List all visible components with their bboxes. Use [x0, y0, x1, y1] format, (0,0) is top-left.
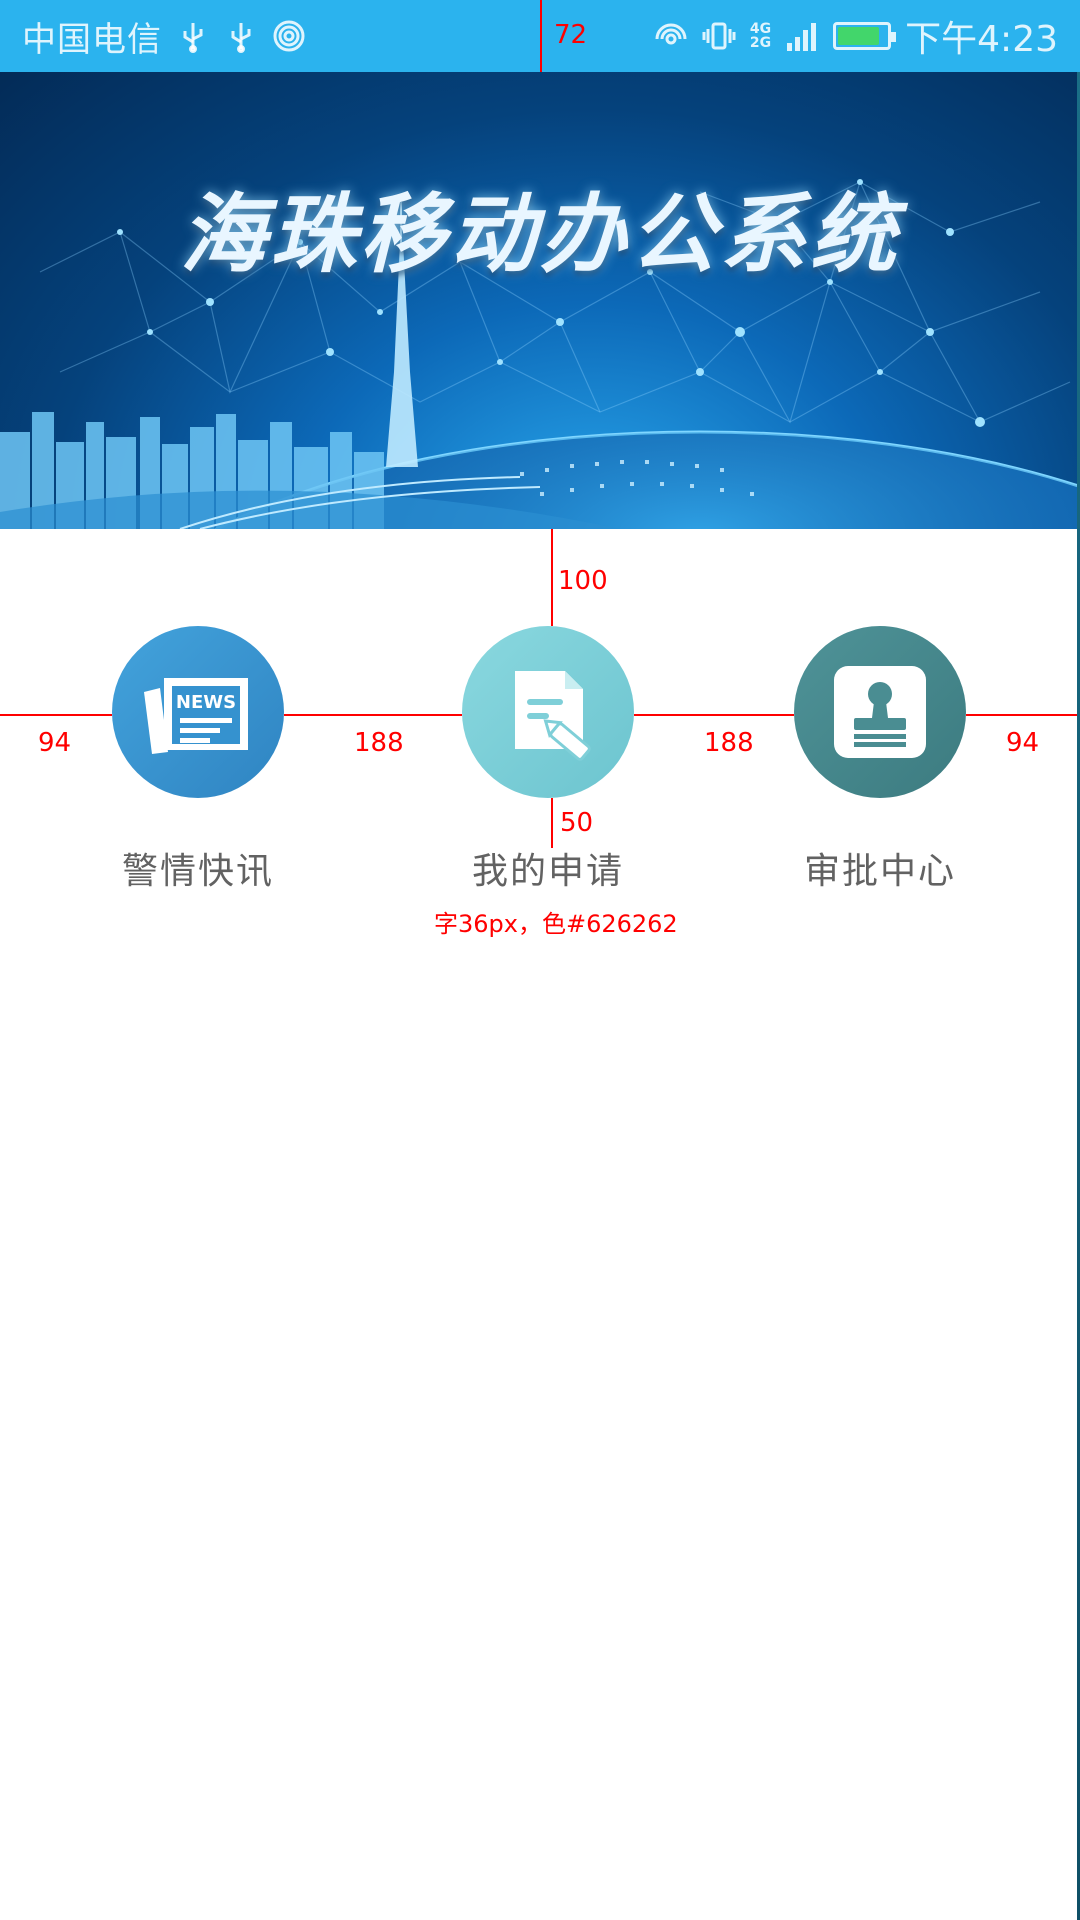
signal-icon: [785, 19, 819, 53]
menu-label-my-application: 我的申请: [471, 851, 624, 892]
annotation-gap-1: 188: [354, 728, 404, 758]
annotation-line: [540, 0, 542, 72]
carrier-name: 中国电信: [22, 19, 162, 60]
network-type: 4G 2G: [749, 21, 772, 51]
annotation-line: [634, 714, 794, 716]
clock: 下午4:23: [905, 19, 1058, 60]
stamp-icon: [794, 626, 966, 798]
news-badge-text: NEWS: [176, 692, 236, 713]
menu-label-approval-center: 审批中心: [803, 851, 956, 892]
status-bar-left: 中国电信: [22, 12, 306, 61]
annotation-line: [284, 714, 462, 716]
header-banner: 海珠移动办公系统: [0, 72, 1080, 529]
news-icon: NEWS: [112, 626, 284, 798]
annotation-text-spec: 字36px，色#626262: [434, 910, 678, 938]
hotspot-icon: [654, 19, 688, 53]
banner-illustration: [0, 179, 1080, 529]
menu-label-police-news: 警情快讯: [121, 851, 274, 892]
annotation-gap-2: 188: [704, 728, 754, 758]
banner-title: 海珠移动办公系统: [180, 185, 900, 285]
usb-icon: [224, 19, 258, 53]
annotation-left-margin: 94: [38, 728, 72, 758]
annotation-line: [551, 798, 553, 848]
hotspot-icon: [272, 19, 306, 53]
document-pen-icon: [462, 626, 634, 798]
annotation-top-gap: 100: [558, 566, 608, 596]
annotation-line: [551, 529, 553, 626]
annotation-right-margin: 94: [1006, 728, 1040, 758]
usb-icon: [176, 19, 210, 53]
vibrate-icon: [702, 19, 736, 53]
status-bar-right: 4G 2G 下午4:23: [654, 10, 1058, 62]
annotation-line: [966, 714, 1080, 716]
annotation-line: [0, 714, 112, 716]
battery-icon: [833, 22, 897, 50]
annotation-label-gap: 50: [560, 808, 594, 838]
menu-item-police-news[interactable]: NEWS 警情快讯: [112, 626, 284, 892]
battery-level: [838, 27, 879, 45]
menu-item-approval-center[interactable]: 审批中心: [794, 626, 966, 892]
menu-item-my-application[interactable]: 我的申请: [462, 626, 634, 892]
annotation-status-height: 72: [554, 20, 588, 50]
